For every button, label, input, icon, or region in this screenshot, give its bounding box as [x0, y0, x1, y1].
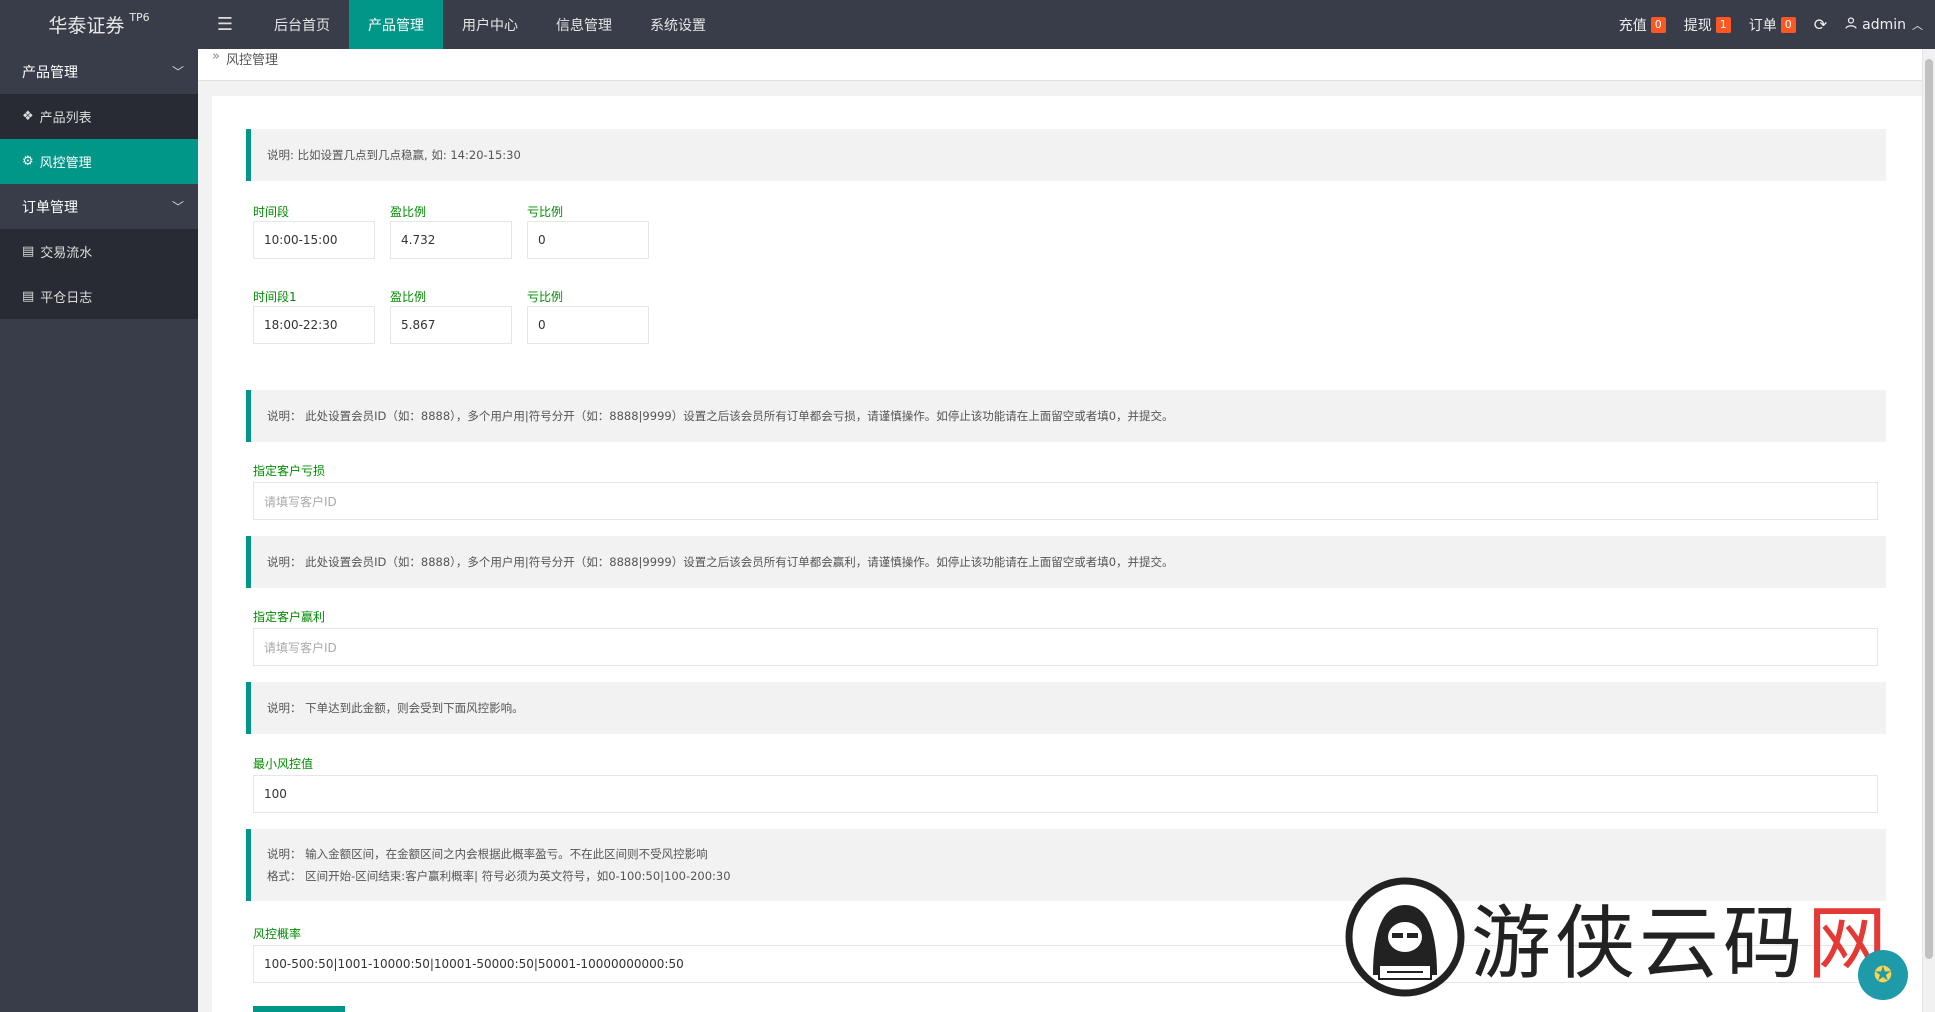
note-text: 格式： 区间开始-区间结束:客户赢利概率| 符号必须为英文符号，如0-100:5… — [267, 869, 731, 883]
label-lose-ratio: 亏比例 — [527, 205, 564, 219]
note-loss-client: 说明： 此处设置会员ID（如：8888），多个用户用|符号分开（如：8888|9… — [246, 390, 1886, 442]
gear-icon: ⚙ — [22, 154, 34, 169]
layers-icon: ❖ — [22, 109, 34, 124]
withdraw-badge: 1 — [1715, 16, 1731, 33]
note-text: 说明： 此处设置会员ID（如：8888），多个用户用|符号分开（如：8888|9… — [267, 555, 1174, 569]
win-ratio-1-input[interactable]: 5.867 — [390, 306, 512, 344]
label-loss-client: 指定客户亏损 — [253, 464, 326, 478]
note-min-risk: 说明： 下单达到此金额，则会受到下面风控影响。 — [246, 682, 1886, 734]
time-period-input[interactable]: 10:00-15:00 — [253, 221, 375, 259]
recharge-badge: 0 — [1650, 16, 1666, 33]
min-risk-input[interactable]: 100 — [253, 775, 1878, 813]
order-label: 订单 — [1748, 17, 1777, 34]
document-icon: ▤ — [22, 289, 35, 304]
user-menu[interactable]: admin ︿ — [1845, 17, 1923, 33]
vertical-scrollbar[interactable] — [1922, 49, 1935, 1012]
label-time-period: 时间段 — [253, 205, 290, 219]
top-nav: 后台首页 产品管理 用户中心 信息管理 系统设置 — [255, 0, 725, 49]
chevron-down-icon: ﹀ — [171, 200, 184, 214]
user-icon — [1845, 16, 1857, 33]
chevron-down-icon: ﹀ — [171, 65, 184, 79]
sidebar-submenu-orders: ▤ 交易流水 ▤ 平仓日志 — [0, 229, 198, 319]
refresh-icon[interactable]: ⟳ — [1814, 15, 1827, 34]
app-title: 华泰证券 — [48, 15, 125, 37]
sidebar-item-label: 风控管理 — [39, 156, 92, 171]
label-win-ratio: 盈比例 — [390, 205, 427, 219]
topnav-users[interactable]: 用户中心 — [443, 0, 537, 49]
document-icon: ▤ — [22, 244, 35, 259]
sidebar-submenu-products: ❖ 产品列表 ⚙ 风控管理 — [0, 94, 198, 184]
loss-client-input[interactable]: 请填写客户ID — [253, 482, 1878, 520]
scrollbar-thumb[interactable] — [1925, 59, 1933, 959]
menu-toggle-icon[interactable]: ☰ — [206, 0, 244, 49]
risk-probability-input[interactable]: 100-500:50|1001-10000:50|10001-50000:50|… — [253, 945, 1878, 983]
double-chevron-right-icon: » — [212, 49, 220, 64]
chevron-up-icon: ︿ — [1912, 18, 1923, 32]
user-name: admin — [1862, 16, 1906, 33]
order-link[interactable]: 订单 0 — [1749, 15, 1796, 35]
topnav-settings[interactable]: 系统设置 — [631, 0, 725, 49]
sidebar-item-risk-control[interactable]: ⚙ 风控管理 — [0, 139, 198, 184]
label-lose-ratio-1: 亏比例 — [527, 290, 564, 304]
top-bar: 华泰证券 TP6 ☰ 后台首页 产品管理 用户中心 信息管理 系统设置 充值 0… — [0, 0, 1935, 49]
top-right: 充值 0 提现 1 订单 0 ⟳ admin ︿ — [1601, 0, 1923, 49]
sidebar-group-products[interactable]: 产品管理 ﹀ — [0, 49, 198, 94]
submit-button[interactable] — [253, 1006, 345, 1012]
topnav-products[interactable]: 产品管理 — [349, 0, 443, 49]
breadcrumb-current: 风控管理 — [225, 53, 278, 68]
lose-ratio-1-input[interactable]: 0 — [527, 306, 649, 344]
topnav-home[interactable]: 后台首页 — [255, 0, 349, 49]
chat-icon: ✪ — [1873, 962, 1893, 988]
breadcrumb: » 风控管理 — [198, 49, 1935, 81]
note-win-client: 说明： 此处设置会员ID（如：8888），多个用户用|符号分开（如：8888|9… — [246, 536, 1886, 588]
floating-help-button[interactable]: ✪ — [1858, 950, 1908, 1000]
sidebar-item-label: 平仓日志 — [40, 291, 93, 306]
label-time-period-1: 时间段1 — [253, 290, 297, 304]
withdraw-label: 提现 — [1683, 17, 1712, 34]
sidebar: 产品管理 ﹀ ❖ 产品列表 ⚙ 风控管理 订单管理 ﹀ ▤ 交易流水 ▤ 平仓日… — [0, 49, 198, 1012]
label-win-client: 指定客户赢利 — [253, 610, 326, 624]
note-text: 说明： 此处设置会员ID（如：8888），多个用户用|符号分开（如：8888|9… — [267, 409, 1174, 423]
recharge-link[interactable]: 充值 0 — [1619, 15, 1666, 35]
label-win-ratio-1: 盈比例 — [390, 290, 427, 304]
sidebar-item-label: 交易流水 — [40, 246, 93, 261]
sidebar-group-label: 订单管理 — [22, 199, 78, 216]
risk-control-form: 说明: 比如设置几点到几点稳赢, 如: 14:20-15:30 时间段 盈比例 … — [212, 96, 1922, 1012]
win-ratio-input[interactable]: 4.732 — [390, 221, 512, 259]
note-text: 说明： 下单达到此金额，则会受到下面风控影响。 — [267, 701, 524, 715]
sidebar-item-product-list[interactable]: ❖ 产品列表 — [0, 94, 198, 139]
app-version: TP6 — [129, 11, 150, 24]
topnav-info[interactable]: 信息管理 — [537, 0, 631, 49]
note-risk-probability: 说明： 输入金额区间，在金额区间之内会根据此概率盈亏。不在此区间则不受风控影响 … — [246, 829, 1886, 901]
sidebar-group-orders[interactable]: 订单管理 ﹀ — [0, 184, 198, 229]
recharge-label: 充值 — [1618, 17, 1647, 34]
order-badge: 0 — [1780, 16, 1796, 33]
app-logo[interactable]: 华泰证券 TP6 — [0, 0, 198, 49]
sidebar-group-label: 产品管理 — [22, 64, 78, 81]
label-risk-probability: 风控概率 — [253, 927, 302, 941]
lose-ratio-input[interactable]: 0 — [527, 221, 649, 259]
withdraw-link[interactable]: 提现 1 — [1684, 15, 1731, 35]
win-client-input[interactable]: 请填写客户ID — [253, 628, 1878, 666]
time-period-1-input[interactable]: 18:00-22:30 — [253, 306, 375, 344]
note-text: 说明： 输入金额区间，在金额区间之内会根据此概率盈亏。不在此区间则不受风控影响 — [267, 847, 708, 861]
sidebar-item-trade-flow[interactable]: ▤ 交易流水 — [0, 229, 198, 274]
sidebar-item-label: 产品列表 — [39, 111, 92, 126]
note-text: 说明: 比如设置几点到几点稳赢, 如: 14:20-15:30 — [267, 148, 521, 162]
note-time-window: 说明: 比如设置几点到几点稳赢, 如: 14:20-15:30 — [246, 129, 1886, 181]
sidebar-item-close-log[interactable]: ▤ 平仓日志 — [0, 274, 198, 319]
label-min-risk: 最小风控值 — [253, 757, 314, 771]
